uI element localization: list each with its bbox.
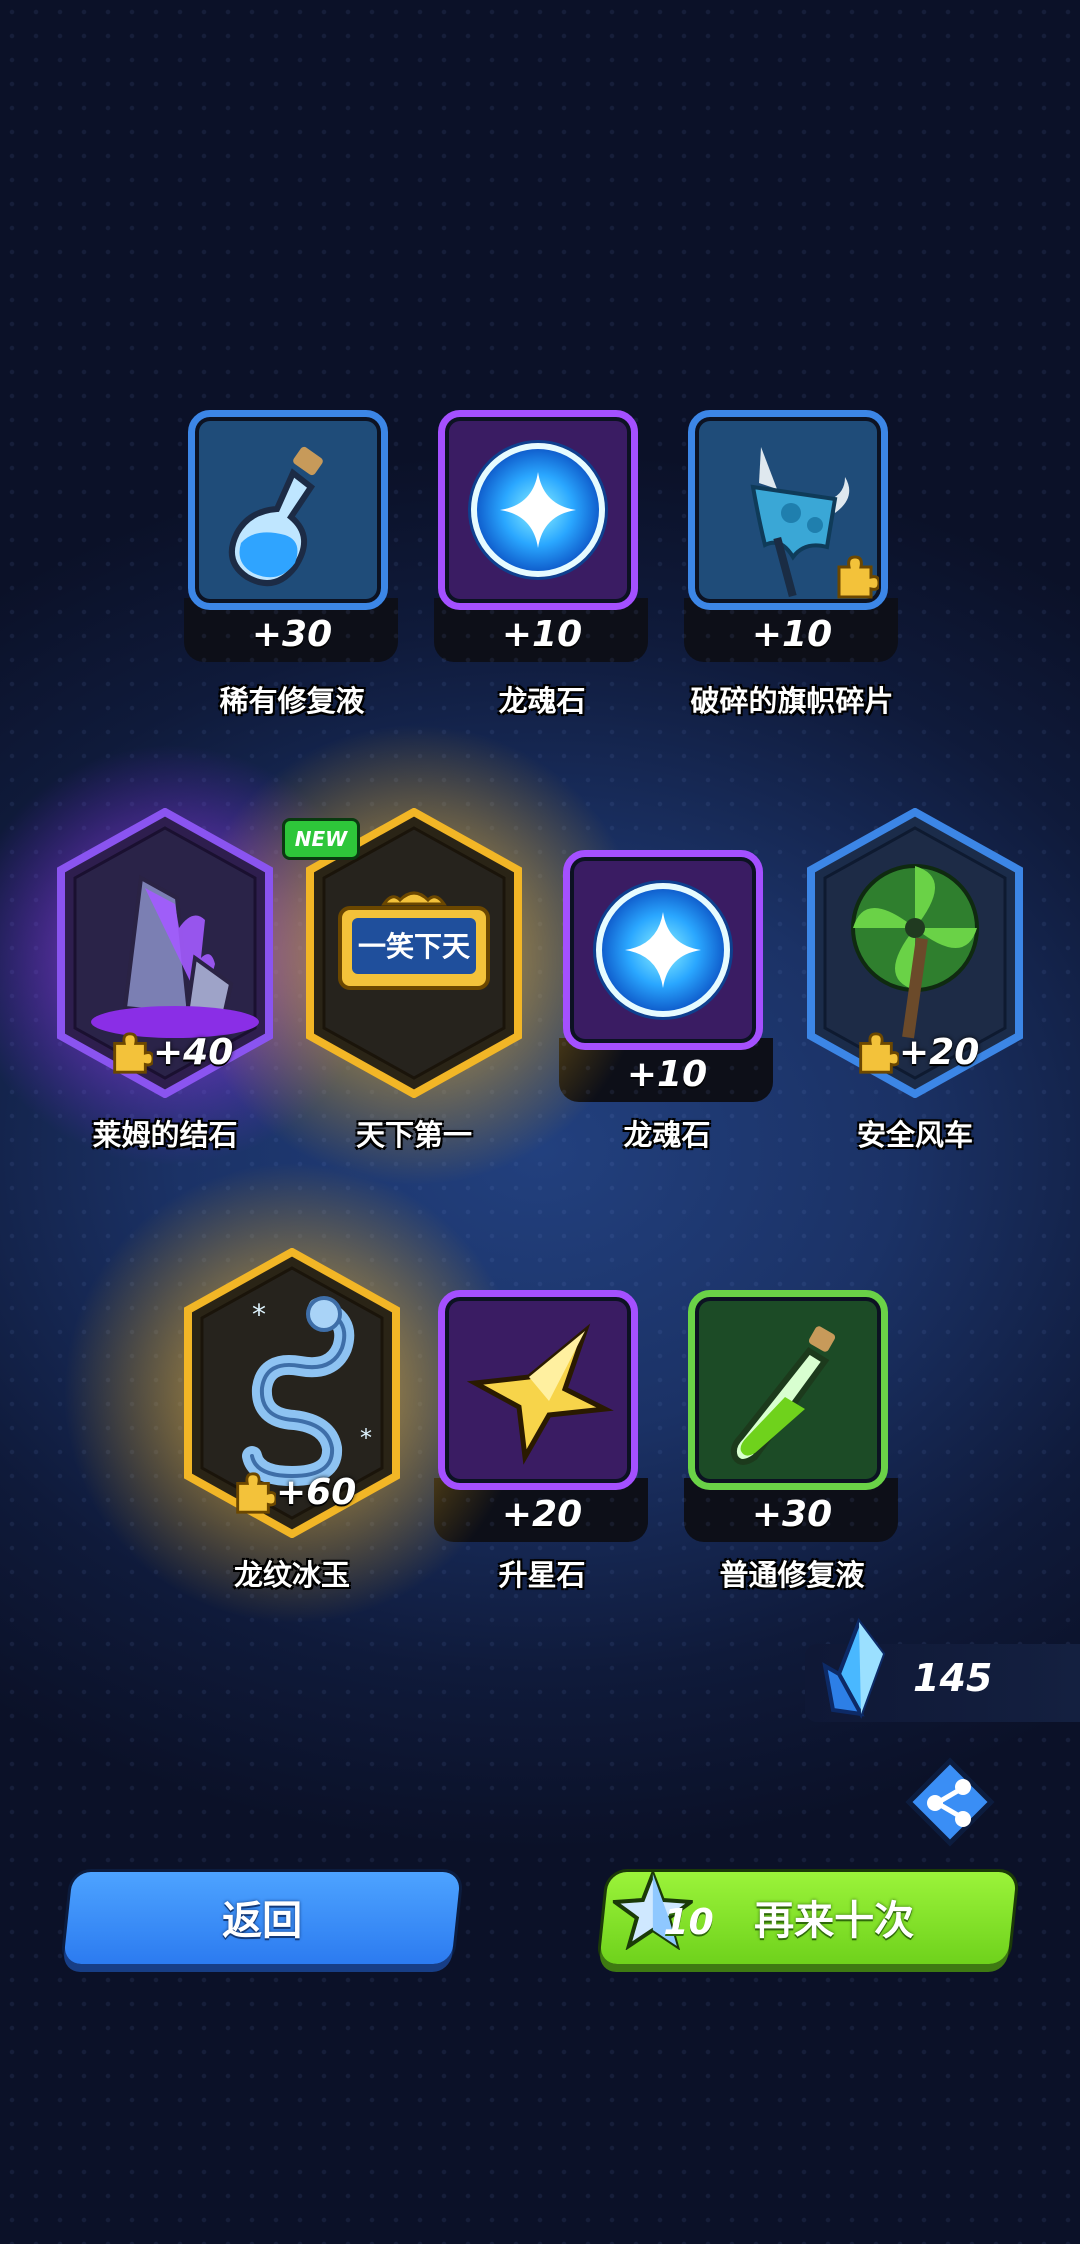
reward-name: 安全风车 [856,1118,973,1152]
currency-amount: 145 [913,1656,993,1700]
item-frame [438,1290,638,1490]
reward-qty: +20 [899,1032,980,1073]
reward-qty: +10 [501,614,583,655]
item-frame [188,410,388,610]
item-frame [688,1290,888,1490]
reward-qty: +30 [251,614,333,655]
star-stone-icon [466,1323,614,1465]
reward-qty: +30 [751,1494,833,1535]
blue-potion-icon [228,446,323,587]
draw-ten-again-label: 再来十次 [754,1898,915,1944]
plaque-text: 一笑下天 [358,930,470,963]
item-frame [688,410,888,610]
fragment-puzzle-icon [236,1472,276,1514]
reward-qty: +20 [501,1494,583,1535]
new-badge: NEW [282,818,360,860]
reward-qty: +60 [276,1472,357,1513]
reward-qty: +40 [153,1032,234,1073]
reward-name: 破碎的旗帜碎片 [690,684,894,718]
svg-text:*: * [252,1298,266,1331]
dragon-soul-orb-icon [468,440,608,580]
green-potion-icon [730,1326,836,1465]
reward-name: 普通修复液 [719,1558,865,1592]
back-button-label: 返回 [222,1898,303,1944]
draw-ten-again-button[interactable]: 10 再来十次 [599,1870,1017,1964]
currency-counter: 145 [805,1617,1080,1722]
fragment-puzzle-icon [113,1032,153,1074]
share-button[interactable] [905,1757,995,1847]
svg-text:*: * [360,1424,372,1452]
draw-cost: 10 [663,1902,714,1943]
reward-qty: +10 [751,614,833,655]
back-button[interactable]: 返回 [63,1872,461,1964]
dragon-soul-orb-icon [593,880,733,1020]
item-frame [438,410,638,610]
fragment-puzzle-icon [859,1032,899,1074]
blue-crystal-icon [822,1617,886,1719]
item-frame [563,850,763,1050]
reward-qty: +10 [626,1054,708,1095]
fragment-puzzle-icon [837,555,879,599]
